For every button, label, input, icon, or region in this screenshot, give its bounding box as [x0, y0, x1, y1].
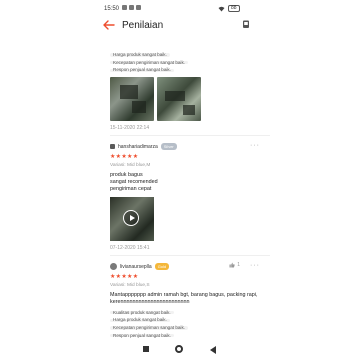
review-item: hanshariadimarza Silver ··· ★★★★★ Varias…: [110, 142, 270, 251]
divider: [110, 254, 270, 256]
back-arrow-icon[interactable]: [102, 18, 116, 32]
app-header: Penilaian: [0, 14, 360, 40]
review-photo[interactable]: [157, 76, 201, 121]
review-header: livianaurseplla Gold: [110, 262, 270, 272]
reviewer-name: livianaurseplla: [120, 263, 152, 270]
review-tag: Harga produk sangat baik.: [110, 317, 170, 322]
review-variant: Variasi: Mid blue,S: [110, 282, 150, 288]
more-options-icon[interactable]: ···: [250, 142, 260, 149]
page-title: Penilaian: [122, 20, 164, 31]
recent-apps-button[interactable]: [143, 346, 149, 352]
home-button[interactable]: [175, 345, 183, 353]
review-item: livianaurseplla Gold 1 ··· ★★★★★ Variasi…: [110, 262, 270, 340]
notification-icon: [129, 5, 134, 10]
avatar: [110, 263, 117, 271]
status-right: 88: [218, 5, 240, 12]
review-photo[interactable]: [110, 76, 154, 121]
system-nav-bar: [0, 340, 360, 360]
review-header: hanshariadimarza Silver: [110, 142, 270, 152]
notification-icon: [122, 5, 127, 10]
member-badge: Gold: [154, 263, 170, 271]
avatar: [110, 144, 115, 150]
review-tag: Kecepatan pengiriman sangat baik.: [110, 60, 189, 65]
review-item: Harga produk sangat baik. Kecepatan peng…: [110, 52, 270, 131]
rating-stars: ★★★★★: [110, 153, 139, 160]
like-count: 1: [237, 261, 240, 268]
notification-icons: [122, 5, 141, 10]
review-text: produk bagus sangat recomended pengirima…: [110, 171, 158, 192]
divider: [110, 134, 270, 136]
review-photos: [110, 76, 270, 121]
review-text: Mantappppppp admin ramah bgt, barang bag…: [110, 291, 258, 305]
review-tag: Kualitas produk sangat baik.: [110, 310, 174, 315]
more-options-icon[interactable]: ···: [250, 262, 260, 269]
rating-stars: ★★★★★: [110, 273, 139, 280]
like-button[interactable]: 1: [229, 262, 240, 268]
review-tag: Respon penjual sangat baik.: [110, 333, 174, 338]
battery-icon: 88: [228, 5, 240, 12]
notification-icon: [136, 5, 141, 10]
status-time: 15:50: [104, 6, 120, 12]
system-back-button[interactable]: [210, 346, 216, 354]
thumbs-up-icon: [229, 262, 235, 268]
review-date: 15-11-2020 22:14: [110, 124, 150, 131]
reviews-list[interactable]: Harga produk sangat baik. Kecepatan peng…: [110, 52, 270, 342]
wifi-icon: [218, 6, 225, 11]
review-video[interactable]: [110, 196, 154, 241]
review-tag: Respon penjual sangat baik.: [110, 67, 174, 72]
review-tag: Kecepatan pengiriman sangat baik.: [110, 325, 189, 330]
review-variant: Variasi: Mid blue,M: [110, 162, 151, 168]
member-badge: Silver: [160, 143, 177, 151]
review-tag: Harga produk sangat baik.: [110, 52, 170, 57]
play-icon: [123, 209, 139, 226]
camera-icon[interactable]: [241, 19, 251, 29]
review-date: 07-12-2020 15:41: [110, 244, 150, 251]
reviewer-name: hanshariadimarza: [118, 143, 158, 150]
